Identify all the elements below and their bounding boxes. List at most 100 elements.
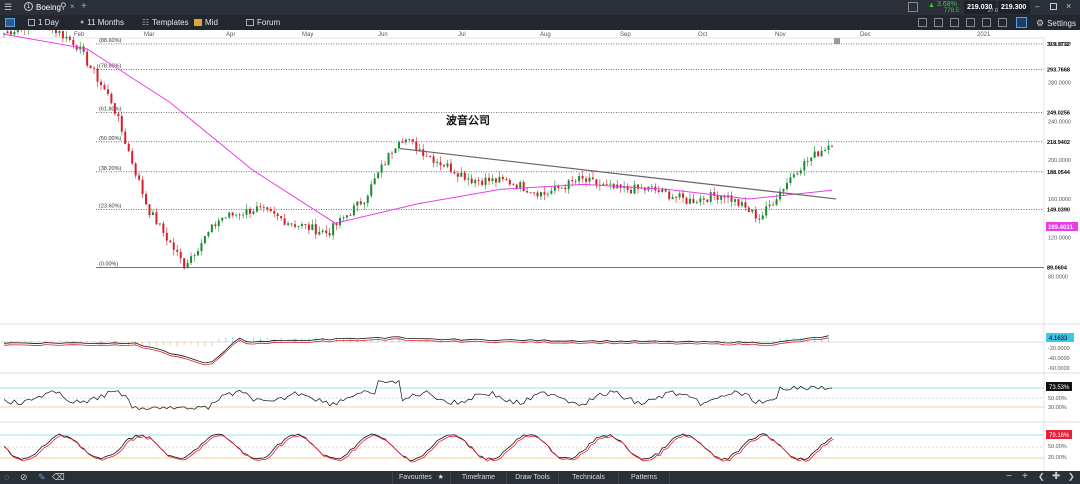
candle-body <box>453 171 456 174</box>
close-tab-icon[interactable]: × <box>70 2 75 11</box>
range-button[interactable]: ● 11 Months <box>80 18 124 27</box>
rsi-line <box>3 379 833 411</box>
menu-icon[interactable]: ☰ <box>4 2 12 13</box>
patterns-button[interactable]: Patterns <box>618 471 670 484</box>
candle-body <box>352 205 355 216</box>
chart-area[interactable]: FebMarAprMayJunJulAugSepOctNovDec2021 (1… <box>0 30 1080 471</box>
candle-body <box>276 213 279 217</box>
candle-body <box>460 172 463 177</box>
minimize-icon[interactable]: – <box>1035 2 1039 11</box>
range-icon: ● <box>80 19 85 26</box>
maximize-icon[interactable] <box>1050 3 1057 10</box>
star-icon: ★ <box>437 474 444 481</box>
candle-body <box>162 223 165 233</box>
favourites-button[interactable]: Favourites ★ <box>392 471 450 484</box>
candle-body <box>325 230 328 233</box>
candle-body <box>363 203 366 205</box>
settings-button[interactable]: ⚙ Settings <box>1036 18 1076 29</box>
macd-axis-tick: -40.0000 <box>1048 356 1070 362</box>
technicals-button[interactable]: Technicals <box>558 471 618 484</box>
tool-icon-4[interactable] <box>966 18 975 27</box>
candle-body <box>415 141 418 151</box>
price-axis-tick: 200.0000 <box>1048 158 1071 164</box>
search-icon[interactable]: ⚲ <box>60 1 67 12</box>
stoch-value-label: 79.16% <box>1049 433 1070 439</box>
fib-price-label: 149.0390 <box>1047 208 1070 214</box>
stoch-value-flag: 79.16% <box>1046 430 1072 439</box>
candle-body <box>706 199 709 202</box>
cursor-icon[interactable]: ⊘ <box>20 472 28 483</box>
candle-body <box>89 65 92 69</box>
scroll-left-icon[interactable]: ❮ <box>1038 472 1045 481</box>
candle-body <box>259 206 262 208</box>
layout-icon[interactable] <box>5 18 15 27</box>
candle-body <box>304 224 307 225</box>
candle-body <box>602 183 605 185</box>
candle-body <box>72 39 75 46</box>
crosshair-icon[interactable]: ◌ <box>4 472 9 482</box>
add-tab-icon[interactable]: + <box>81 1 87 12</box>
candle-body <box>366 195 369 204</box>
candle-body <box>782 189 785 192</box>
candle-body <box>61 31 64 39</box>
settings-label: Settings <box>1047 19 1076 28</box>
candle-body <box>370 184 373 196</box>
moving-average-line <box>3 33 833 224</box>
timeframe-button[interactable]: Timeframe <box>450 471 506 484</box>
interval-label: 1 Day <box>38 18 59 27</box>
fib-level-label: (23.60%) <box>99 204 121 210</box>
candle-body <box>744 202 747 208</box>
rsi-value-label: 73.53% <box>1049 385 1070 391</box>
chart-canvas[interactable]: FebMarAprMayJunJulAugSepOctNovDec2021 (1… <box>0 30 1080 471</box>
interval-button[interactable]: 1 Day <box>28 18 59 27</box>
candle-body <box>335 223 338 226</box>
scale-toggle-icon[interactable] <box>834 38 840 44</box>
candle-body <box>817 151 820 157</box>
candle-body <box>796 173 799 175</box>
symbol-info-icon[interactable]: 1 <box>24 2 33 11</box>
symbol-label[interactable]: Boeing <box>36 3 61 12</box>
zoom-in-icon[interactable]: + <box>1022 471 1028 482</box>
tool-icon-5[interactable] <box>982 18 991 27</box>
tool-icon-1[interactable] <box>918 18 927 27</box>
eraser-icon[interactable]: ⌫ <box>52 472 65 483</box>
candle-body <box>692 198 695 204</box>
candle-body <box>248 208 251 214</box>
candle-body <box>373 178 376 185</box>
candle-body <box>605 183 608 185</box>
forum-label: Forum <box>257 18 281 27</box>
candle-body <box>359 201 362 205</box>
scroll-right-icon[interactable]: ❯ <box>1068 472 1075 481</box>
zoom-out-icon[interactable]: − <box>1006 471 1012 482</box>
price-axis-tick: 120.0000 <box>1048 236 1071 242</box>
candle-body <box>127 143 130 152</box>
candle-body <box>377 172 380 179</box>
candle-body <box>100 81 103 86</box>
panel-icon[interactable] <box>908 2 918 12</box>
candle-body <box>86 51 89 66</box>
candle-body <box>280 216 283 219</box>
month-label: Oct <box>698 32 708 38</box>
fit-icon[interactable]: ✚ <box>1052 471 1060 482</box>
candle-body <box>404 139 407 143</box>
candle-body <box>484 177 487 185</box>
candle-body <box>221 217 224 221</box>
tool-icon-3[interactable] <box>950 18 959 27</box>
mid-button[interactable]: Mid <box>194 18 218 27</box>
templates-button[interactable]: ☷ Templates <box>142 18 189 27</box>
candle-body <box>408 139 411 140</box>
month-label: Jul <box>458 32 466 38</box>
close-icon[interactable]: × <box>1066 1 1071 11</box>
drawtools-button[interactable]: Draw Tools <box>506 471 558 484</box>
fib-price-label: 249.0256 <box>1047 111 1070 117</box>
tool-icon-6[interactable] <box>998 18 1007 27</box>
tool-icon-2[interactable] <box>934 18 943 27</box>
candle-body <box>262 206 265 208</box>
link-icon[interactable] <box>1016 17 1027 28</box>
pencil-icon[interactable]: ✎ <box>38 472 46 483</box>
candle-body <box>9 31 12 35</box>
candle-body <box>685 197 688 204</box>
buy-price[interactable]: 219.300 <box>998 1 1030 14</box>
rsi-value-flag: 73.53% <box>1046 382 1072 391</box>
forum-button[interactable]: Forum <box>246 18 280 27</box>
